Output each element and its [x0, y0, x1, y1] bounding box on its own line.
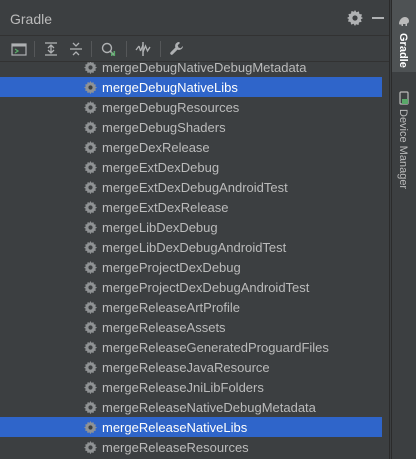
task-row[interactable]: mergeProjectDexDebug — [0, 257, 382, 277]
tab-gradle-label: Gradle — [397, 33, 409, 68]
task-row[interactable]: mergeReleaseJniLibFolders — [0, 377, 382, 397]
task-row[interactable]: mergeDebugNativeDebugMetadata — [0, 62, 382, 77]
task-label: mergeExtDexRelease — [102, 200, 229, 215]
execute-task-icon[interactable] — [10, 40, 28, 58]
gear-icon — [84, 101, 98, 115]
task-row[interactable]: mergeReleaseResources — [0, 437, 382, 457]
gear-icon — [84, 421, 98, 435]
task-label: mergeDexRelease — [102, 140, 210, 155]
task-row[interactable]: mergeExtDexDebug — [0, 157, 382, 177]
task-label: mergeReleaseGeneratedProguardFiles — [102, 340, 329, 355]
expand-all-icon[interactable] — [42, 40, 60, 58]
task-label: mergeLibDexDebugAndroidTest — [102, 240, 287, 255]
task-label: mergeReleaseNativeDebugMetadata — [102, 400, 316, 415]
gradle-toolbar — [0, 36, 389, 62]
gear-icon — [84, 161, 98, 175]
tab-device-manager-label: Device Manager — [397, 109, 409, 190]
task-row[interactable]: mergeDebugNativeLibs — [0, 77, 382, 97]
task-label: mergeDebugNativeLibs — [102, 80, 238, 95]
tool-window-header: Gradle — [0, 0, 389, 36]
task-row[interactable]: mergeExtDexDebugAndroidTest — [0, 177, 382, 197]
task-row[interactable]: mergeExtDexRelease — [0, 197, 382, 217]
task-label: mergeDebugResources — [102, 100, 240, 115]
task-label: mergeReleaseResources — [102, 440, 249, 455]
right-tool-strip: Gradle Device Manager — [391, 0, 416, 459]
gear-icon — [84, 401, 98, 415]
task-row[interactable]: mergeDexRelease — [0, 137, 382, 157]
gear-icon — [84, 81, 98, 95]
gear-icon — [84, 121, 98, 135]
gradle-task-tree: mergeDebugNativeDebugMetadata mergeDebugN… — [0, 62, 389, 459]
gear-icon — [84, 181, 98, 195]
toolbar-separator — [126, 41, 127, 57]
task-row[interactable]: mergeReleaseAssets — [0, 317, 382, 337]
task-label: mergeDebugShaders — [102, 120, 226, 135]
gear-icon — [84, 341, 98, 355]
gear-icon[interactable] — [347, 10, 363, 26]
task-label: mergeExtDexDebug — [102, 160, 220, 175]
device-manager-icon — [399, 91, 409, 105]
task-label: mergeProjectDexDebugAndroidTest — [102, 280, 310, 295]
task-row[interactable]: mergeLibDexDebugAndroidTest — [0, 237, 382, 257]
tab-gradle[interactable]: Gradle — [392, 0, 416, 72]
task-row[interactable]: mergeProjectDexDebugAndroidTest — [0, 277, 382, 297]
task-row[interactable]: mergeReleaseNativeLibs — [0, 417, 382, 437]
toolbar-separator — [91, 41, 92, 57]
gear-icon — [84, 301, 98, 315]
task-label: mergeReleaseArtProfile — [102, 300, 241, 315]
toggle-offline-icon[interactable] — [134, 40, 152, 58]
task-row[interactable]: mergeLibDexDebug — [0, 217, 382, 237]
gear-icon — [84, 201, 98, 215]
task-label: mergeReleaseJavaResource — [102, 360, 270, 375]
toolbar-separator — [160, 41, 161, 57]
gear-icon — [84, 241, 98, 255]
task-label: mergeReleaseAssets — [102, 320, 226, 335]
gear-icon — [84, 321, 98, 335]
task-label: mergeReleaseNativeLibs — [102, 420, 248, 435]
gear-icon — [84, 261, 98, 275]
toolbar-separator — [34, 41, 35, 57]
collapse-all-icon[interactable] — [67, 40, 85, 58]
task-row[interactable]: mergeDebugResources — [0, 97, 382, 117]
gear-icon — [84, 361, 98, 375]
gear-icon — [84, 221, 98, 235]
task-label: mergeDebugNativeDebugMetadata — [102, 62, 307, 75]
tool-window-title: Gradle — [10, 11, 53, 27]
tab-device-manager[interactable]: Device Manager — [392, 85, 416, 200]
gear-icon — [84, 141, 98, 155]
wrench-icon[interactable] — [168, 40, 186, 58]
gradle-elephant-icon — [399, 17, 409, 26]
task-row[interactable]: mergeReleaseArtProfile — [0, 297, 382, 317]
gradle-tool-window: Gradle mergeDebugNativeDebugMetadata mer… — [0, 0, 390, 459]
minimize-button[interactable] — [372, 17, 384, 19]
task-label: mergeReleaseJniLibFolders — [102, 380, 264, 395]
task-label: mergeProjectDexDebug — [102, 260, 241, 275]
task-row[interactable]: mergeDebugShaders — [0, 117, 382, 137]
gear-icon — [84, 62, 98, 75]
gear-icon — [84, 381, 98, 395]
task-label: mergeLibDexDebug — [102, 220, 218, 235]
task-row[interactable]: mergeReleaseNativeDebugMetadata — [0, 397, 382, 417]
task-row[interactable]: mergeReleaseGeneratedProguardFiles — [0, 337, 382, 357]
task-row[interactable]: mergeReleaseJavaResource — [0, 357, 382, 377]
gear-icon — [84, 441, 98, 455]
task-label: mergeExtDexDebugAndroidTest — [102, 180, 288, 195]
analyze-dependencies-icon[interactable] — [99, 40, 117, 58]
gear-icon — [84, 281, 98, 295]
